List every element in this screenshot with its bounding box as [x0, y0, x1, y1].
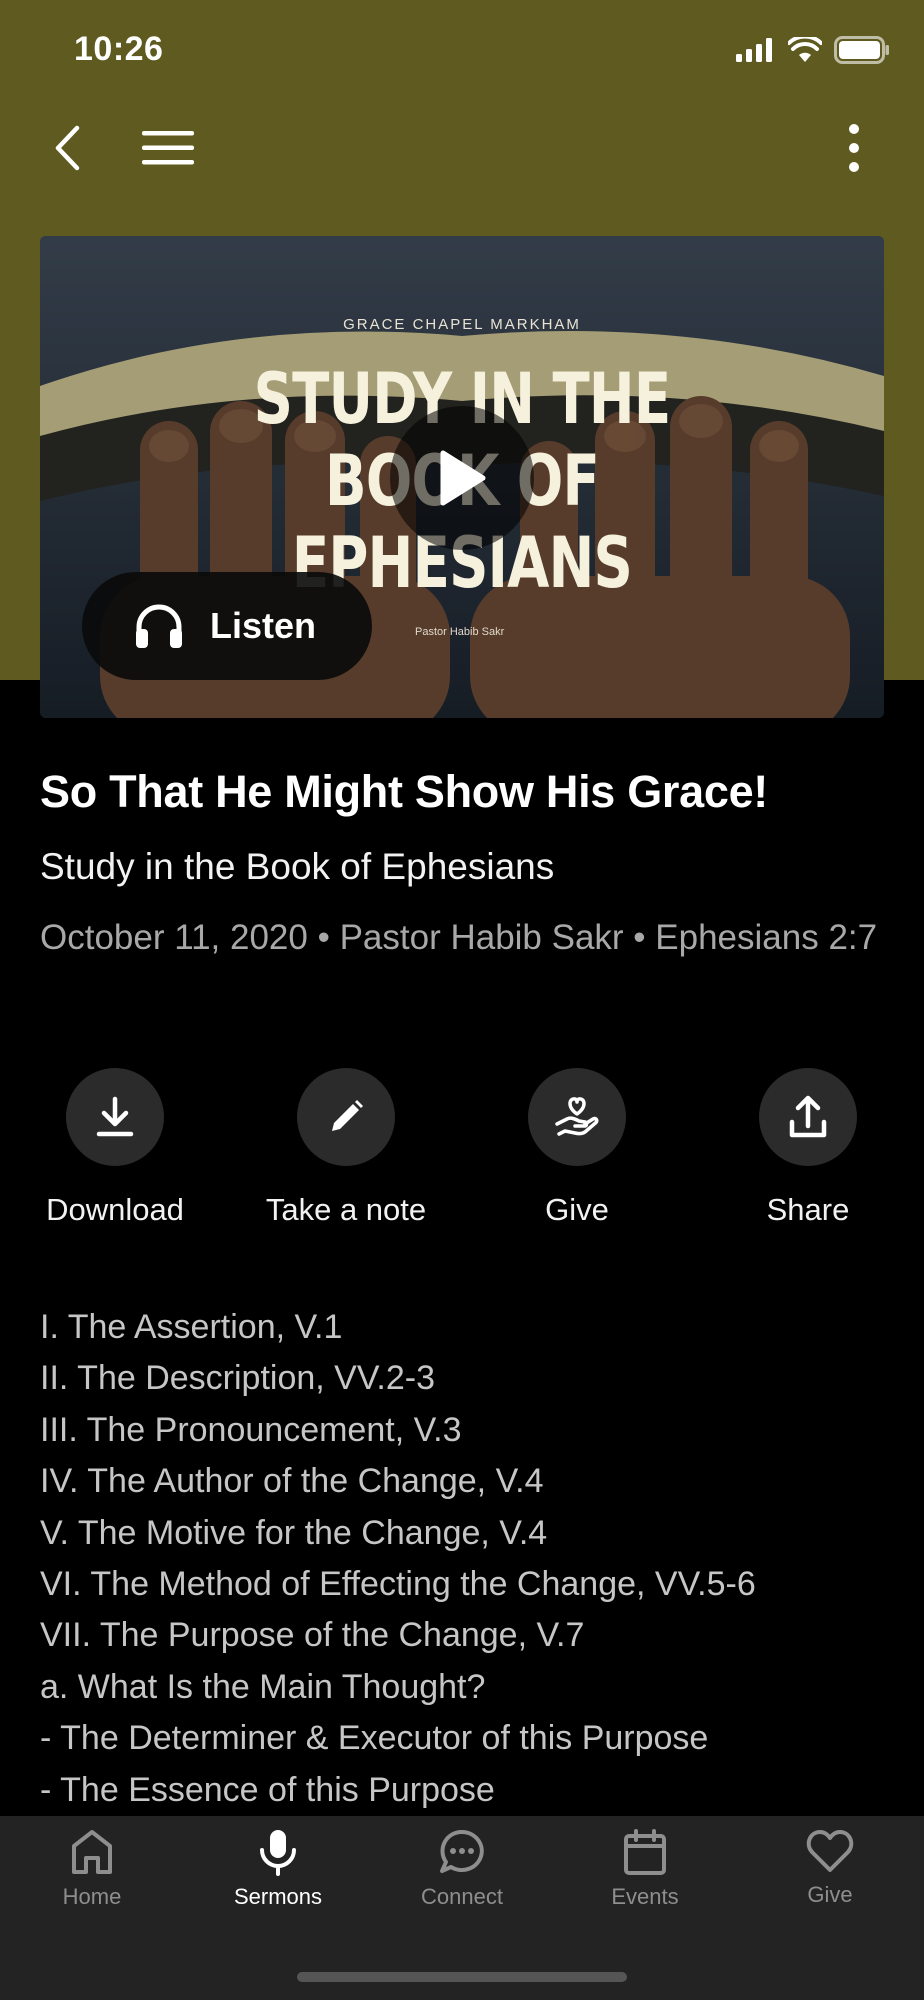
tab-events-label: Events [611, 1884, 679, 1909]
hamburger-icon [142, 131, 194, 165]
outline-line: I. The Assertion, V.1 [40, 1308, 343, 1346]
give-action-button[interactable]: Give [477, 1068, 677, 1228]
tab-give[interactable]: Give [760, 1828, 900, 1908]
back-button[interactable] [38, 118, 98, 178]
download-button[interactable]: Download [15, 1068, 215, 1228]
microphone-icon [260, 1830, 296, 1876]
download-circle [66, 1068, 164, 1166]
outline-line: IV. The Author of the Change, V.4 [40, 1462, 544, 1501]
battery-icon [834, 36, 889, 64]
nav-bar [0, 100, 924, 196]
outline-line: - The Essence of this Purpose [40, 1770, 495, 1809]
take-note-circle [297, 1068, 395, 1166]
play-icon [440, 450, 486, 506]
status-icons [736, 36, 890, 64]
outline-line: a. What Is the Main Thought? [40, 1667, 486, 1706]
sermon-meta: October 11, 2020 • Pastor Habib Sakr • E… [40, 918, 878, 957]
tab-connect-label: Connect [421, 1884, 503, 1909]
sermon-series[interactable]: Study in the Book of Ephesians [40, 846, 554, 888]
tab-sermons-label: Sermons [233, 1884, 323, 1909]
status-time: 10:26 [74, 30, 164, 68]
outline-line: - The Determiner & Executor of this Purp… [40, 1719, 709, 1758]
tab-home-label: Home [62, 1884, 122, 1909]
headphones-icon [136, 604, 182, 648]
tab-home[interactable]: Home [22, 1828, 162, 1910]
share-button[interactable]: Share [708, 1068, 908, 1228]
sermon-artwork[interactable]: GRACE CHAPEL MARKHAM STUDY IN THE BOOK O… [40, 236, 884, 718]
sermon-title: So That He Might Show His Grace! [40, 766, 768, 817]
artwork-church-name: GRACE CHAPEL MARKHAM [343, 316, 581, 333]
tab-connect[interactable]: Connect [392, 1828, 532, 1910]
give-label: Give [545, 1192, 609, 1227]
action-row: Download Take a note Give Share [0, 1068, 924, 1238]
heart-icon [806, 1830, 854, 1872]
more-options-button[interactable] [824, 118, 884, 178]
outline-line: III. The Pronouncement, V.3 [40, 1410, 462, 1449]
play-button[interactable] [390, 406, 534, 550]
download-label: Download [46, 1192, 184, 1227]
give-heart-hand-icon [555, 1097, 599, 1136]
outline-line: II. The Description, VV.2-3 [40, 1359, 435, 1398]
tab-sermons[interactable]: Sermons [208, 1828, 348, 1910]
give-circle [528, 1068, 626, 1166]
more-vertical-icon [849, 124, 859, 172]
chevron-left-icon [55, 125, 80, 171]
listen-button[interactable]: Listen [82, 572, 372, 680]
outline-line: V. The Motive for the Change, V.4 [40, 1513, 548, 1552]
signal-icon [736, 38, 772, 62]
share-icon [789, 1095, 827, 1138]
outline-line: VII. The Purpose of the Change, V.7 [40, 1616, 585, 1655]
wifi-icon [788, 37, 822, 62]
artwork-pastor: Pastor Habib Sakr [415, 626, 505, 638]
chat-bubble-icon [440, 1829, 484, 1873]
take-note-label: Take a note [265, 1192, 427, 1227]
status-bar: 10:26 [0, 0, 924, 100]
listen-label: Listen [210, 605, 317, 646]
sermon-outline: I. The Assertion, V.1 II. The Descriptio… [40, 1302, 900, 1816]
home-icon [72, 1830, 112, 1874]
tab-events[interactable]: Events [575, 1828, 715, 1910]
share-circle [759, 1068, 857, 1166]
outline-line: VI. The Method of Effecting the Change, … [40, 1565, 756, 1604]
share-label: Share [766, 1192, 850, 1227]
home-indicator[interactable] [297, 1972, 627, 1982]
tab-give-label: Give [807, 1882, 853, 1907]
calendar-icon [624, 1829, 666, 1875]
menu-button[interactable] [138, 118, 198, 178]
take-note-button[interactable]: Take a note [246, 1068, 446, 1228]
pencil-icon [332, 1100, 363, 1131]
download-icon [96, 1096, 134, 1137]
